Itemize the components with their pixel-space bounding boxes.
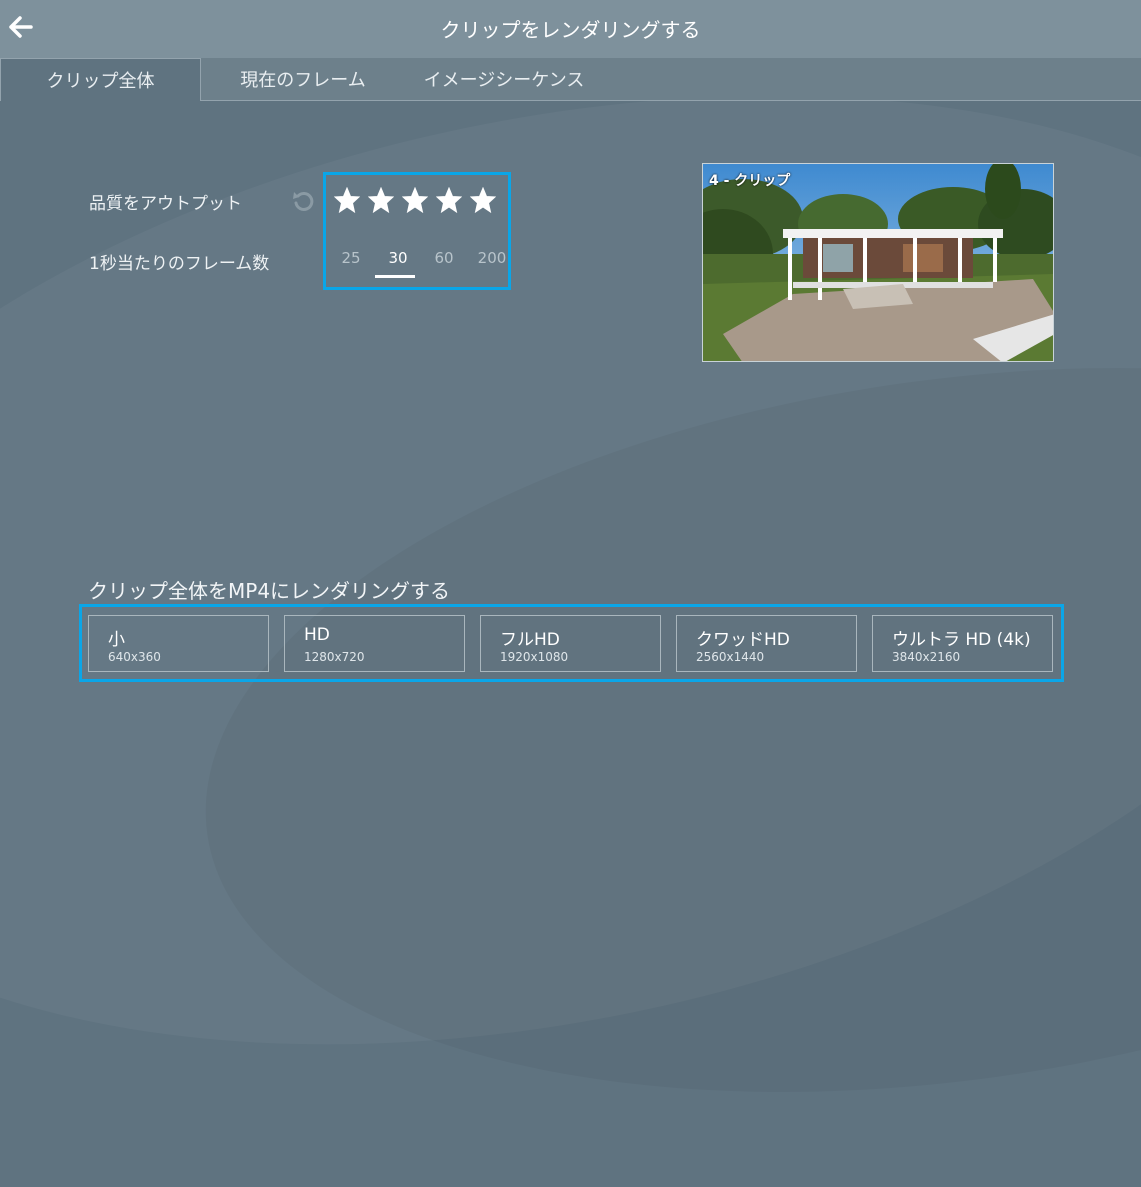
fps-label: 1秒当たりのフレーム数 xyxy=(89,254,270,274)
resolution-name: ウルトラ HD (4k) xyxy=(892,630,1031,650)
title-bar: クリップをレンダリングする xyxy=(0,0,1141,58)
resolution-name: フルHD xyxy=(500,630,560,650)
fps-option-30[interactable]: 30 xyxy=(378,249,418,267)
resolution-name: HD xyxy=(304,625,330,645)
star-icon[interactable] xyxy=(436,187,462,213)
resolution-size: 640x360 xyxy=(108,650,161,664)
tab-bar: クリップ全体 現在のフレーム イメージシーケンス xyxy=(0,58,1141,101)
window-title: クリップをレンダリングする xyxy=(440,18,701,42)
fps-option-25[interactable]: 25 xyxy=(331,249,371,267)
resolution-quad-hd-button[interactable]: クワッドHD 2560x1440 xyxy=(676,615,857,672)
resolution-ultra-hd-button[interactable]: ウルトラ HD (4k) 3840x2160 xyxy=(872,615,1053,672)
quality-and-fps-panel: 25 30 60 200 xyxy=(323,172,511,290)
star-icon[interactable] xyxy=(334,187,360,213)
resolution-full-hd-button[interactable]: フルHD 1920x1080 xyxy=(480,615,661,672)
resolution-size: 3840x2160 xyxy=(892,650,961,664)
star-icon[interactable] xyxy=(470,187,496,213)
tab-image-sequence[interactable]: イメージシーケンス xyxy=(406,58,602,100)
quality-label: 品質をアウトプット xyxy=(89,194,242,214)
tab-whole-clip[interactable]: クリップ全体 xyxy=(0,58,201,101)
fps-selected-underline xyxy=(375,275,415,278)
star-icon[interactable] xyxy=(368,187,394,213)
resolution-hd-button[interactable]: HD 1280x720 xyxy=(284,615,465,672)
star-icon[interactable] xyxy=(402,187,428,213)
resolution-options-panel: 小 640x360 HD 1280x720 フルHD 1920x1080 クワッ… xyxy=(79,604,1064,682)
resolution-small-button[interactable]: 小 640x360 xyxy=(88,615,269,672)
resolution-name: クワッドHD xyxy=(696,630,790,650)
preview-label: 4 - クリップ xyxy=(709,173,791,189)
fps-option-200[interactable]: 200 xyxy=(472,249,512,267)
tab-current-frame[interactable]: 現在のフレーム xyxy=(200,58,406,100)
resolution-size: 1920x1080 xyxy=(500,650,569,664)
house-scene-image xyxy=(703,164,1053,361)
clip-preview-thumbnail: 4 - クリップ xyxy=(702,163,1054,362)
render-section-title: クリップ全体をMP4にレンダリングする xyxy=(88,579,451,603)
resolution-size: 1280x720 xyxy=(304,650,365,664)
fps-option-60[interactable]: 60 xyxy=(424,249,464,267)
resolution-name: 小 xyxy=(108,630,125,650)
undo-icon[interactable] xyxy=(291,188,317,214)
resolution-size: 2560x1440 xyxy=(696,650,765,664)
